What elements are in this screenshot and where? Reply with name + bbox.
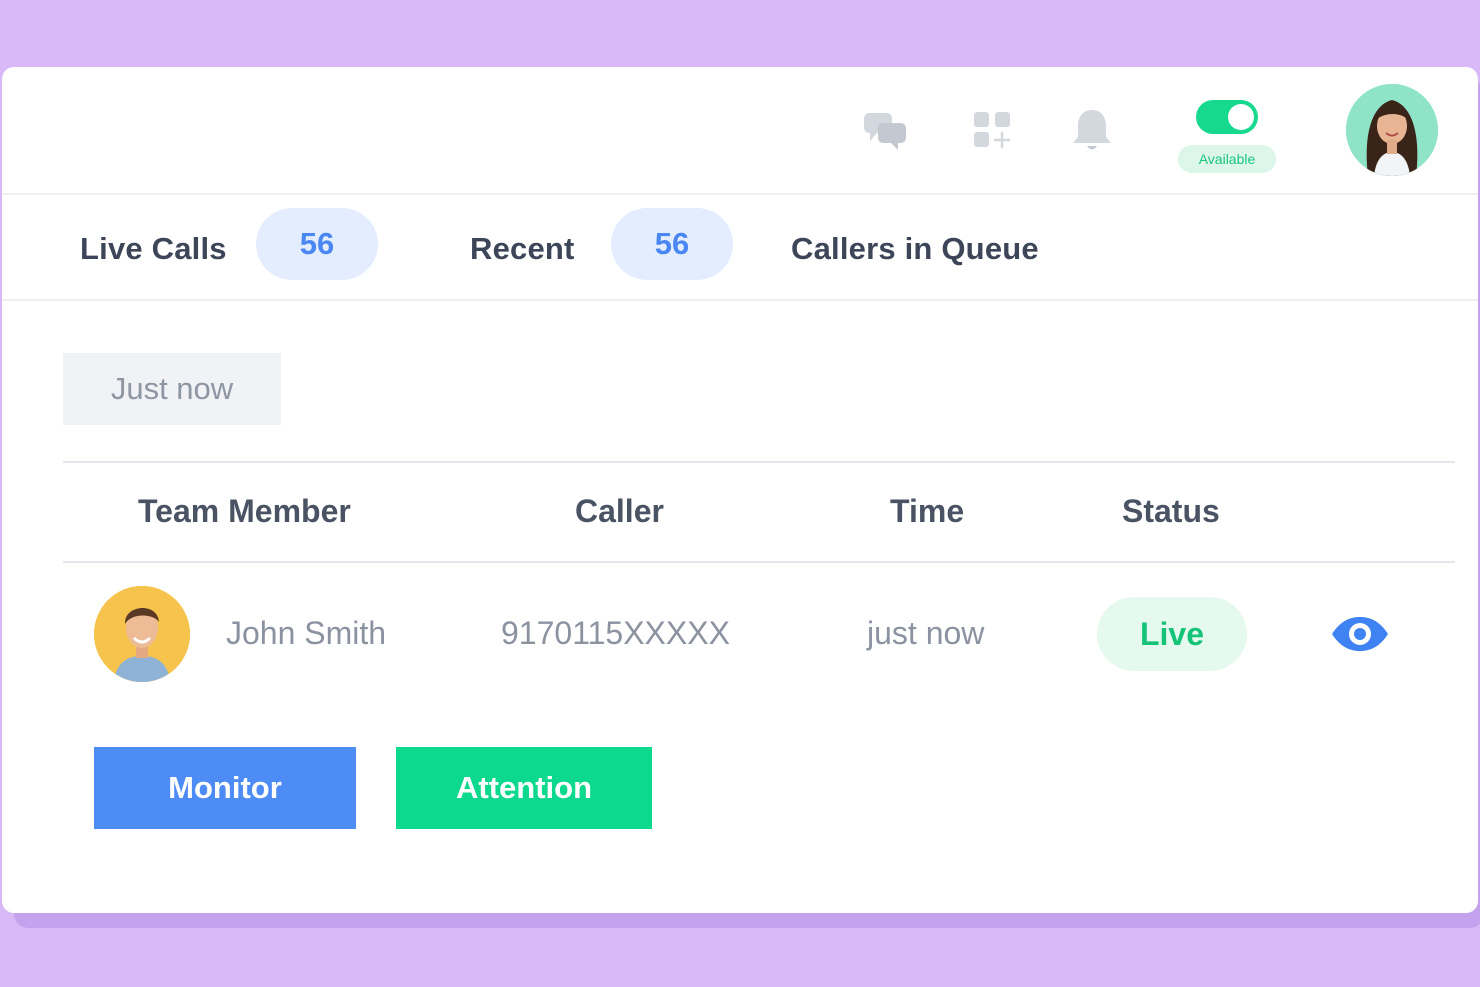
table-header-divider	[63, 561, 1455, 563]
bell-icon[interactable]	[1070, 107, 1114, 153]
team-member-name: John Smith	[226, 615, 387, 651]
availability-label: Available	[1178, 145, 1276, 173]
column-header-status: Status	[1122, 493, 1220, 529]
eye-icon[interactable]	[1329, 614, 1391, 654]
table-top-divider	[63, 461, 1455, 463]
chat-icon[interactable]	[862, 111, 908, 151]
live-calls-count-badge: 56	[256, 208, 378, 280]
tab-recent[interactable]: Recent	[470, 231, 575, 267]
call-time: just now	[867, 615, 985, 651]
attention-button[interactable]: Attention	[396, 747, 652, 829]
caller-number: 9170115XXXXX	[501, 615, 730, 651]
top-bar: Available	[2, 67, 1478, 195]
call-monitor-panel: Available Live Calls 56 Recent 56 Caller…	[2, 67, 1478, 913]
column-header-caller: Caller	[575, 493, 664, 529]
time-filter-chip[interactable]: Just now	[63, 353, 281, 425]
column-header-time: Time	[890, 493, 965, 529]
tab-callers-in-queue[interactable]: Callers in Queue	[791, 231, 1039, 267]
user-avatar[interactable]	[1346, 84, 1438, 176]
apps-add-icon[interactable]	[972, 110, 1014, 150]
monitor-button[interactable]: Monitor	[94, 747, 356, 829]
tab-bar: Live Calls 56 Recent 56 Callers in Queue	[2, 197, 1478, 301]
column-header-team-member: Team Member	[138, 493, 351, 529]
toggle-knob	[1228, 104, 1254, 130]
team-member-avatar	[94, 586, 190, 682]
tab-live-calls[interactable]: Live Calls	[80, 231, 227, 267]
recent-count-badge: 56	[611, 208, 733, 280]
status-badge: Live	[1097, 597, 1247, 671]
availability-toggle[interactable]	[1196, 100, 1258, 134]
